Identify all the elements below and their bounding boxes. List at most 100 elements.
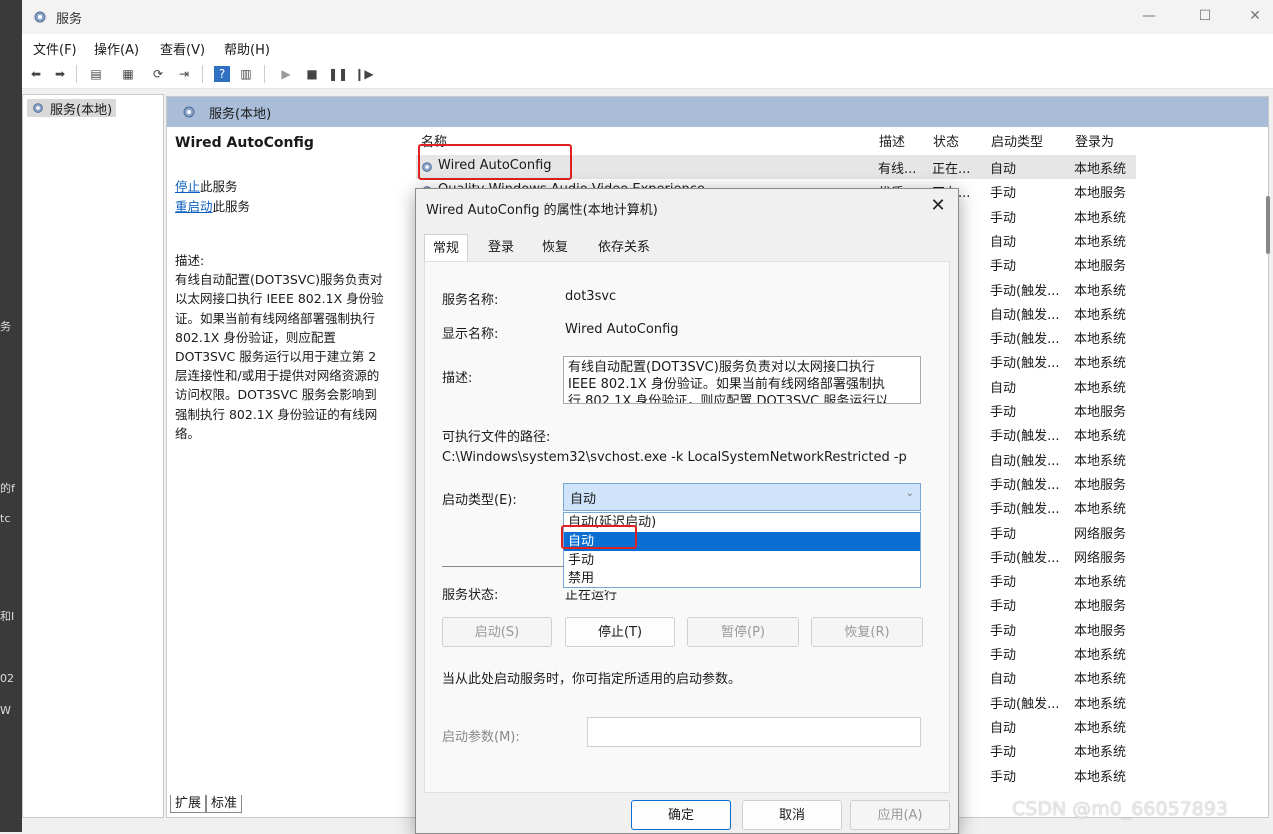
play-icon[interactable]: ▶	[278, 66, 294, 82]
cell-startup: 手动	[990, 210, 1017, 226]
general-tab-panel: 服务名称: dot3svc 显示名称: Wired AutoConfig 描述:…	[424, 261, 950, 793]
cell-startup: 手动	[990, 623, 1017, 639]
description-label: 描述:	[442, 371, 473, 386]
forward-arrow-icon[interactable]: ➡	[52, 66, 68, 82]
startup-params-hint: 当从此处启动服务时，你可指定所适用的启动参数。	[442, 672, 742, 687]
title-bar[interactable]: 服务 — ☐ ✕	[22, 0, 1273, 34]
desc-line: 以太网接口执行 IEEE 802.1X 身份验	[175, 291, 384, 307]
cell-logon: 本地系统	[1074, 696, 1127, 712]
cell-logon: 本地系统	[1074, 429, 1127, 445]
cell-startup: 手动(触发...	[990, 356, 1060, 372]
view-tabs: 扩展 标准	[170, 792, 243, 813]
watermark: CSDN @m0_66057893	[1012, 798, 1229, 820]
apply-button[interactable]: 应用(A)	[850, 800, 950, 830]
cell-startup: 手动	[990, 575, 1017, 591]
cell-logon: 本地系统	[1074, 453, 1127, 469]
menu-file[interactable]: 文件(F)	[33, 39, 77, 58]
tab-standard[interactable]: 标准	[206, 795, 243, 813]
path-value: C:\Windows\system32\svchost.exe -k Local…	[442, 450, 907, 465]
display-name-value: Wired AutoConfig	[565, 322, 679, 337]
desc-line: IEEE 802.1X 身份验证。如果当前有线网络部署强制执	[568, 377, 885, 392]
column-header-status[interactable]: 状态	[933, 131, 959, 150]
stop-button[interactable]: 停止(T)	[565, 617, 675, 647]
console-tree-icon[interactable]: ▤	[88, 66, 104, 82]
stop-icon[interactable]: ■	[304, 66, 320, 82]
startup-params-input[interactable]	[587, 717, 921, 747]
tab-general[interactable]: 常规	[424, 234, 469, 263]
cancel-button[interactable]: 取消	[742, 800, 842, 830]
stop-service-link[interactable]: 停止	[175, 179, 200, 194]
startup-type-dropdown: 自动(延迟启动) 自动 手动 禁用	[563, 512, 921, 588]
menu-help[interactable]: 帮助(H)	[224, 39, 270, 58]
tab-extended[interactable]: 扩展	[170, 795, 207, 813]
cell-logon: 本地系统	[1074, 380, 1127, 396]
service-name-label: 服务名称:	[442, 293, 499, 308]
bg-fragment: 务	[0, 320, 11, 333]
cell-startup: 手动	[990, 526, 1017, 542]
pause-icon[interactable]: ❚❚	[328, 66, 348, 82]
cell-logon: 本地系统	[1074, 720, 1127, 736]
cell-startup: 自动	[990, 720, 1017, 736]
cell-desc: 有线...	[878, 162, 917, 177]
restart-service-link[interactable]: 重启动	[175, 199, 213, 214]
cell-logon: 本地系统	[1074, 648, 1127, 663]
desc-line: 访问权限。DOT3SVC 服务会影响到	[175, 387, 377, 403]
divider	[442, 566, 564, 567]
cell-startup: 自动	[990, 380, 1017, 396]
cell-startup: 手动(触发...	[990, 550, 1060, 566]
cell-startup: 自动	[990, 234, 1017, 250]
cell-logon: 网络服务	[1074, 550, 1127, 566]
restart-link-suffix: 此服务	[212, 199, 251, 214]
background-window-strip: 务 的f tc 和I 02 W	[0, 0, 22, 832]
startup-type-selected: 自动	[570, 492, 597, 507]
column-header-desc[interactable]: 描述	[879, 131, 905, 150]
toolbar: ⬅ ➡ ▤ ▦ ⟳ ⇥ ? ▥ ▶ ■ ❚❚ ❙▶	[22, 60, 1273, 89]
properties-icon[interactable]: ▦	[120, 66, 136, 82]
cell-startup: 手动	[990, 405, 1017, 420]
start-button[interactable]: 启动(S)	[442, 617, 552, 647]
desc-line: 有线自动配置(DOT3SVC)服务负责对	[175, 272, 383, 288]
startup-type-label: 启动类型(E):	[442, 493, 517, 508]
refresh-icon[interactable]: ⟳	[150, 66, 166, 82]
cell-startup: 手动(触发...	[990, 429, 1060, 445]
restart-icon[interactable]: ❙▶	[354, 66, 373, 82]
services-gear-icon	[34, 11, 46, 23]
tab-recovery[interactable]: 恢复	[534, 234, 576, 261]
tab-logon[interactable]: 登录	[480, 234, 522, 261]
minimize-button[interactable]: —	[1126, 0, 1172, 34]
scrollbar-thumb[interactable]	[1266, 196, 1270, 254]
startup-type-select[interactable]: 自动 ⌄	[563, 483, 921, 511]
bg-fragment: tc	[0, 512, 11, 525]
resume-button[interactable]: 恢复(R)	[811, 617, 923, 647]
pause-button[interactable]: 暂停(P)	[687, 617, 799, 647]
help-icon[interactable]: ?	[214, 66, 230, 82]
close-button[interactable]: ✕	[1232, 0, 1273, 34]
maximize-button[interactable]: ☐	[1182, 0, 1228, 34]
desc-line: 强制执行 802.1X 身份验证的有线网	[175, 406, 378, 422]
cell-logon: 本地系统	[1074, 769, 1127, 785]
menu-action[interactable]: 操作(A)	[94, 39, 139, 58]
back-arrow-icon[interactable]: ⬅	[28, 66, 44, 82]
service-status-label: 服务状态:	[442, 588, 499, 603]
cell-logon: 本地系统	[1074, 234, 1127, 250]
option-manual[interactable]: 手动	[564, 551, 920, 570]
view-icon[interactable]: ▥	[238, 66, 254, 82]
cell-logon: 本地服务	[1074, 623, 1127, 639]
option-disabled[interactable]: 禁用	[564, 569, 920, 588]
description-textbox[interactable]: 有线自动配置(DOT3SVC)服务负责对以太网接口执行 IEEE 802.1X …	[563, 356, 921, 404]
tab-dependencies[interactable]: 依存关系	[590, 234, 658, 261]
ok-button[interactable]: 确定	[631, 800, 731, 830]
desc-line: 802.1X 身份验证，则应配置	[175, 329, 336, 345]
column-header-logon[interactable]: 登录为	[1075, 131, 1114, 150]
export-icon[interactable]: ⇥	[176, 66, 192, 82]
menu-bar: 文件(F) 操作(A) 查看(V) 帮助(H)	[22, 34, 1273, 60]
cell-logon: 本地系统	[1074, 332, 1127, 348]
extended-description: Wired AutoConfig 停止此服务 重启动此服务 描述: 有线自动配置…	[175, 135, 407, 443]
column-header-startup[interactable]: 启动类型	[991, 131, 1043, 150]
cell-startup: 自动(触发...	[990, 307, 1060, 323]
cell-logon: 本地系统	[1074, 283, 1127, 299]
desc-line: 证。如果当前有线网络部署强制执行	[175, 310, 376, 326]
dialog-close-icon[interactable]: ✕	[922, 191, 954, 221]
menu-view[interactable]: 查看(V)	[160, 39, 205, 58]
tree-item-services-local[interactable]: 服务(本地)	[27, 99, 117, 118]
